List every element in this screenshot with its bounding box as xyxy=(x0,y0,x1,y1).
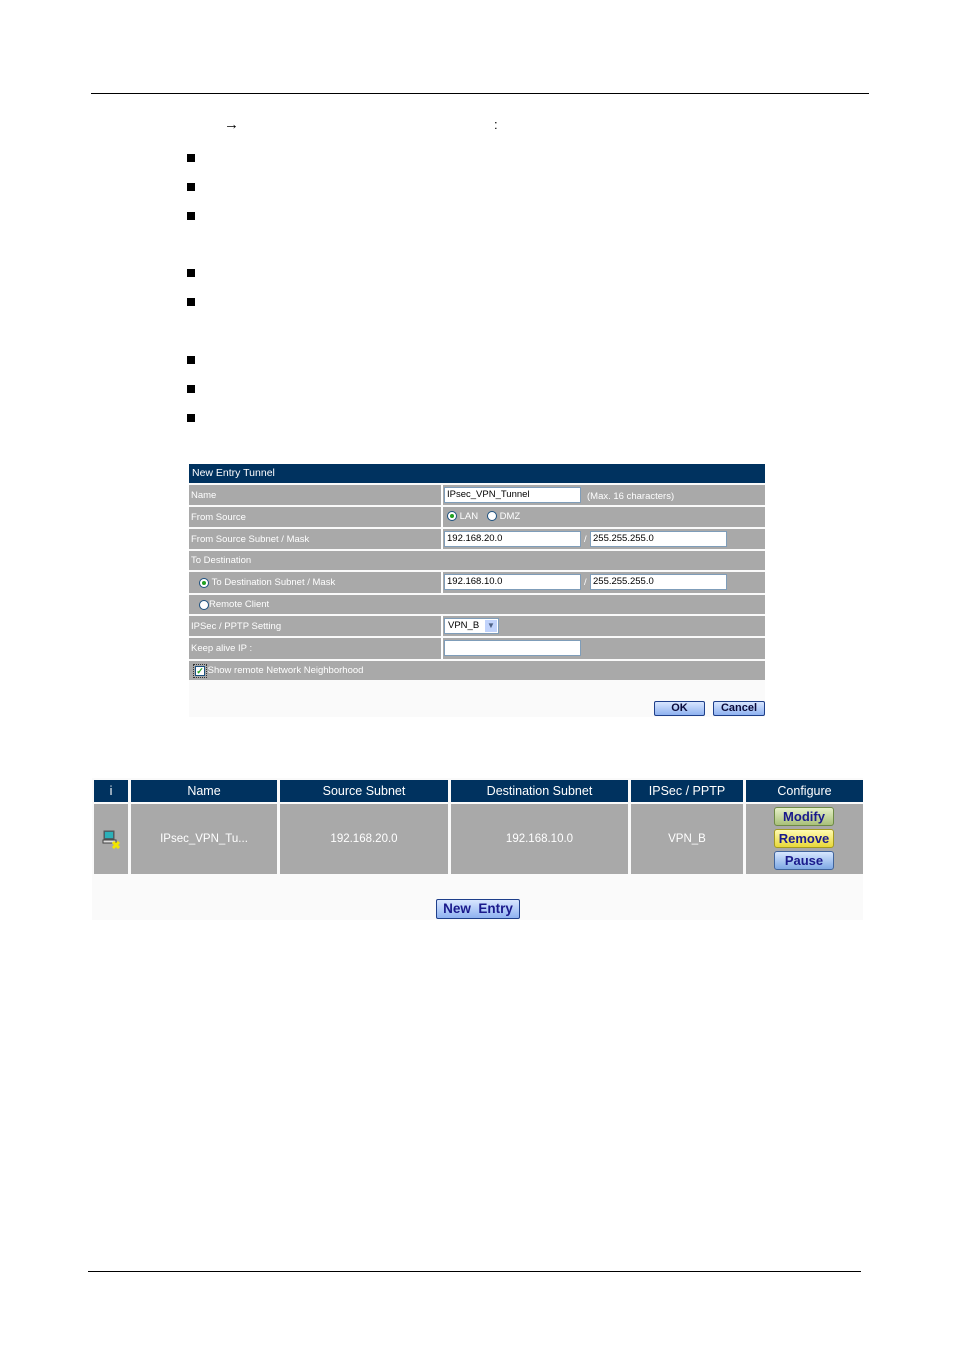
modify-button[interactable]: Modify xyxy=(774,807,834,826)
dmz-radio[interactable] xyxy=(487,511,497,522)
slash-separator: / xyxy=(584,577,587,588)
name-input[interactable]: IPsec_VPN_Tunnel xyxy=(444,487,581,503)
ipsec-setting-row: IPSec / PPTP Setting VPN_B ▼ xyxy=(189,616,765,636)
row-status-cell xyxy=(94,804,128,874)
new-entry-button[interactable]: New Entry xyxy=(436,899,520,919)
bullet-icon xyxy=(187,414,195,422)
source-dmz-option[interactable]: DMZ xyxy=(487,511,520,522)
source-lan-option[interactable]: LAN xyxy=(447,511,478,522)
bullet-icon xyxy=(187,385,195,393)
pause-button[interactable]: Pause xyxy=(774,851,834,870)
dest-subnet-option[interactable]: To Destination Subnet / Mask xyxy=(199,572,335,593)
row-source-subnet-cell: 192.168.20.0 xyxy=(280,804,448,874)
row-destination-subnet-cell: 192.168.10.0 xyxy=(451,804,628,874)
column-divider xyxy=(441,638,443,659)
from-source-label: From Source xyxy=(191,511,246,523)
dmz-label: DMZ xyxy=(499,511,521,522)
name-row: Name IPsec_VPN_Tunnel (Max. 16 character… xyxy=(189,485,765,505)
show-neighborhood-row: ✓ Show remote Network Neighborhood xyxy=(189,661,765,680)
to-destination-row: To Destination xyxy=(189,551,765,570)
to-destination-label: To Destination xyxy=(191,555,252,566)
name-label: Name xyxy=(191,489,217,501)
column-divider xyxy=(441,529,443,549)
source-subnet-label: From Source Subnet / Mask xyxy=(191,533,310,545)
column-divider xyxy=(441,507,443,527)
ipsec-select[interactable]: VPN_B ▼ xyxy=(444,618,499,634)
cancel-button[interactable]: Cancel xyxy=(713,701,765,716)
remove-button[interactable]: Remove xyxy=(774,829,834,848)
remote-client-option[interactable]: Remote Client xyxy=(199,595,269,614)
header-configure: Configure xyxy=(746,780,863,802)
computer-disconnected-icon xyxy=(102,830,121,849)
show-neighborhood-label: Show remote Network Neighborhood xyxy=(207,665,364,676)
dest-subnet-radio[interactable] xyxy=(199,577,209,588)
footer-rule xyxy=(88,1271,861,1272)
show-neighborhood-checkbox[interactable]: ✓ xyxy=(193,663,207,678)
bullet-icon xyxy=(187,154,195,162)
remote-client-radio[interactable] xyxy=(199,599,209,610)
keepalive-row: Keep alive IP : xyxy=(189,638,765,659)
header-destination-subnet: Destination Subnet xyxy=(451,780,628,802)
ipsec-select-value: VPN_B xyxy=(448,620,480,631)
header-source-subnet: Source Subnet xyxy=(280,780,448,802)
column-divider xyxy=(441,616,443,636)
row-name-cell: IPsec_VPN_Tu... xyxy=(131,804,277,874)
keepalive-label: Keep alive IP : xyxy=(191,643,253,654)
bullet-icon xyxy=(187,269,195,277)
header-info: i xyxy=(94,780,128,802)
show-neighborhood-option[interactable]: ✓ Show remote Network Neighborhood xyxy=(193,661,364,680)
dest-subnet-label: To Destination Subnet / Mask xyxy=(211,577,336,588)
header-rule xyxy=(91,93,869,94)
row-ipsec-pptp-cell: VPN_B xyxy=(631,804,743,874)
column-divider xyxy=(441,485,443,505)
slash-separator: / xyxy=(584,534,587,545)
keepalive-input[interactable] xyxy=(444,640,581,656)
ok-button[interactable]: OK xyxy=(654,701,705,716)
source-subnet-row: From Source Subnet / Mask 192.168.20.0 /… xyxy=(189,529,765,549)
name-max-note: (Max. 16 characters) xyxy=(587,491,675,502)
source-subnet-input[interactable]: 192.168.20.0 xyxy=(444,531,581,547)
from-source-row: From Source LAN DMZ xyxy=(189,507,765,527)
header-name: Name xyxy=(131,780,277,802)
bullet-icon xyxy=(187,183,195,191)
ipsec-setting-label: IPSec / PPTP Setting xyxy=(191,620,282,632)
bullet-icon xyxy=(187,212,195,220)
dest-subnet-row: To Destination Subnet / Mask 192.168.10.… xyxy=(189,572,765,593)
remote-client-row: Remote Client xyxy=(189,595,765,614)
remote-client-label: Remote Client xyxy=(209,599,270,610)
source-mask-input[interactable]: 255.255.255.0 xyxy=(590,531,727,547)
tunnel-list-table: i Name Source Subnet Destination Subnet … xyxy=(92,778,863,920)
arrow-icon: → xyxy=(224,116,239,133)
lan-radio[interactable] xyxy=(447,511,457,522)
form-title: New Entry Tunnel xyxy=(189,464,765,483)
dest-mask-input[interactable]: 255.255.255.0 xyxy=(590,574,727,590)
header-ipsec-pptp: IPSec / PPTP xyxy=(631,780,743,802)
colon-text: : xyxy=(494,117,498,132)
bullet-icon xyxy=(187,298,195,306)
bullet-icon xyxy=(187,356,195,364)
column-divider xyxy=(441,572,443,593)
row-configure-cell: Modify Remove Pause xyxy=(746,804,863,874)
lan-label: LAN xyxy=(459,511,479,522)
new-entry-tunnel-form: New Entry Tunnel Name IPsec_VPN_Tunnel (… xyxy=(189,464,765,717)
chevron-down-icon[interactable]: ▼ xyxy=(485,620,497,632)
dest-subnet-input[interactable]: 192.168.10.0 xyxy=(444,574,581,590)
